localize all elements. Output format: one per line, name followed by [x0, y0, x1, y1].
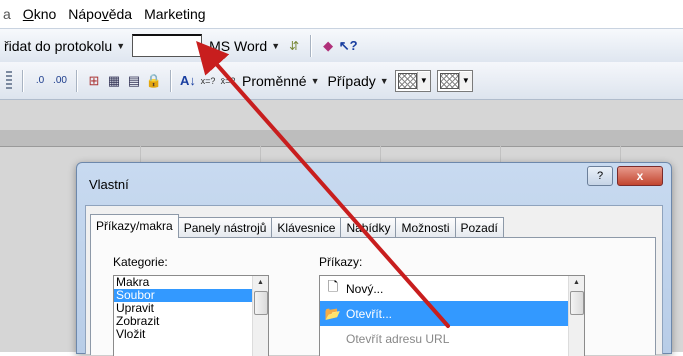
toolbar-separator [22, 69, 24, 92]
chevron-down-icon: ▼ [417, 71, 430, 90]
customize-dialog: Vlastní ? x Příkazy/makra Panely nástroj… [76, 162, 672, 356]
statistics-icon[interactable]: x̄=? [218, 71, 238, 91]
command-item-new[interactable]: 🗋 Nový... [320, 276, 584, 301]
pattern-swatch-icon [439, 72, 460, 89]
dialog-body: Příkazy/makra Panely nástrojů Klávesnice… [85, 205, 663, 356]
eraser-icon[interactable]: ◆ [318, 36, 338, 56]
toolbar-separator [76, 69, 78, 92]
document-icon: 🗋 [327, 278, 339, 294]
ms-word-label: MS Word [209, 37, 268, 54]
insert-rows-icon[interactable]: ▦ [104, 71, 124, 91]
folder-open-icon: 📂 [324, 305, 342, 321]
add-to-log-button[interactable]: řidat do protokolu ▼ [0, 38, 129, 54]
categories-scrollbar[interactable]: ▲ [252, 276, 268, 356]
spreadsheet-header-row [0, 130, 683, 147]
commands-list[interactable]: 🗋 Nový... 📂 Otevřít... Otevřít adresu UR… [319, 275, 585, 356]
transfer-arrows-icon[interactable]: ⇵ [284, 36, 304, 56]
blank-icon [324, 330, 342, 348]
sort-icon[interactable]: A↓ [178, 71, 198, 91]
dialog-title: Vlastní [89, 177, 129, 192]
toolbar-separator [310, 34, 313, 57]
close-button[interactable]: x [617, 166, 663, 186]
scroll-up-icon[interactable]: ▲ [253, 276, 268, 290]
menu-item-okno-rest: kno [33, 6, 57, 22]
insert-columns-icon[interactable]: ▤ [124, 71, 144, 91]
tab-options[interactable]: Možnosti [395, 217, 456, 238]
toolbar-data: .0 .00 ⊞ ▦ ▤ 🔒 A↓ x=? x̄=? Proměnné ▼ Př… [0, 62, 683, 100]
toolbar-separator [170, 69, 172, 92]
tab-commands-macros[interactable]: Příkazy/makra [90, 214, 179, 238]
tab-toolbars[interactable]: Panely nástrojů [177, 217, 273, 238]
menu-item-okno[interactable]: Okno [17, 0, 62, 28]
command-label: Nový... [346, 281, 384, 296]
command-item-open[interactable]: 📂 Otevřít... [320, 301, 584, 326]
menu-item-napoveda[interactable]: Nápověda [62, 0, 138, 28]
commands-label: Příkazy: [319, 255, 363, 269]
chevron-down-icon: ▼ [116, 40, 126, 51]
cases-button[interactable]: Případy ▼ [324, 73, 393, 89]
chevron-down-icon: ▼ [459, 71, 472, 90]
toolbar-standard: řidat do protokolu ▼ MS Word ▼ ⇵ ◆ ↖? [0, 28, 683, 63]
scroll-up-icon[interactable]: ▲ [569, 276, 584, 290]
chevron-down-icon: ▼ [271, 40, 281, 51]
table-icon[interactable]: ⊞ [84, 71, 104, 91]
tab-panel-commands: Kategorie: Makra Soubor Upravit Zobrazit… [90, 237, 656, 356]
variables-button[interactable]: Proměnné ▼ [238, 73, 324, 89]
cases-label: Případy [327, 72, 376, 89]
scroll-thumb[interactable] [254, 291, 268, 315]
chevron-down-icon: ▼ [379, 75, 389, 86]
app-window: a Okno Nápověda Marketing řidat do proto… [0, 0, 683, 356]
menu-item-marketing[interactable]: Marketing [138, 0, 211, 28]
pattern-dropdown-2[interactable]: ▼ [436, 69, 473, 92]
add-to-log-label: řidat do protokolu [4, 37, 113, 54]
command-item-open-url[interactable]: Otevřít adresu URL [320, 326, 584, 351]
formula-icon[interactable]: x=? [198, 71, 218, 91]
variables-label: Proměnné [242, 72, 307, 89]
pattern-dropdown-1[interactable]: ▼ [394, 69, 431, 92]
categories-list[interactable]: Makra Soubor Upravit Zobrazit Vložit ▲ [113, 275, 269, 356]
command-label: Otevřít... [346, 306, 393, 321]
help-button[interactable]: ? [587, 166, 613, 186]
command-label: Otevřít adresu URL [346, 331, 450, 346]
toolbar-grip[interactable] [6, 70, 12, 91]
menu-bar: a Okno Nápověda Marketing [0, 0, 683, 28]
categories-label: Kategorie: [113, 255, 168, 269]
lock-icon[interactable]: 🔒 [144, 71, 164, 91]
increase-decimal-icon[interactable]: .0 [30, 71, 50, 91]
menu-item-cut[interactable]: a [0, 0, 17, 28]
pattern-swatch-icon [397, 72, 418, 89]
tab-keyboard[interactable]: Klávesnice [271, 217, 342, 238]
chevron-down-icon: ▼ [310, 75, 320, 86]
decrease-decimal-icon[interactable]: .00 [50, 71, 70, 91]
tab-menus[interactable]: Nabídky [340, 217, 397, 238]
list-item[interactable]: Vložit [114, 328, 268, 341]
empty-toolbar-slot[interactable] [132, 34, 203, 57]
commands-scrollbar[interactable]: ▲ [568, 276, 584, 356]
tab-background[interactable]: Pozadí [454, 217, 504, 238]
ms-word-button[interactable]: MS Word ▼ [205, 38, 284, 54]
whats-this-help-icon[interactable]: ↖? [338, 36, 358, 56]
tab-strip: Příkazy/makra Panely nástrojů Klávesnice… [90, 214, 504, 238]
scroll-thumb[interactable] [570, 291, 584, 315]
